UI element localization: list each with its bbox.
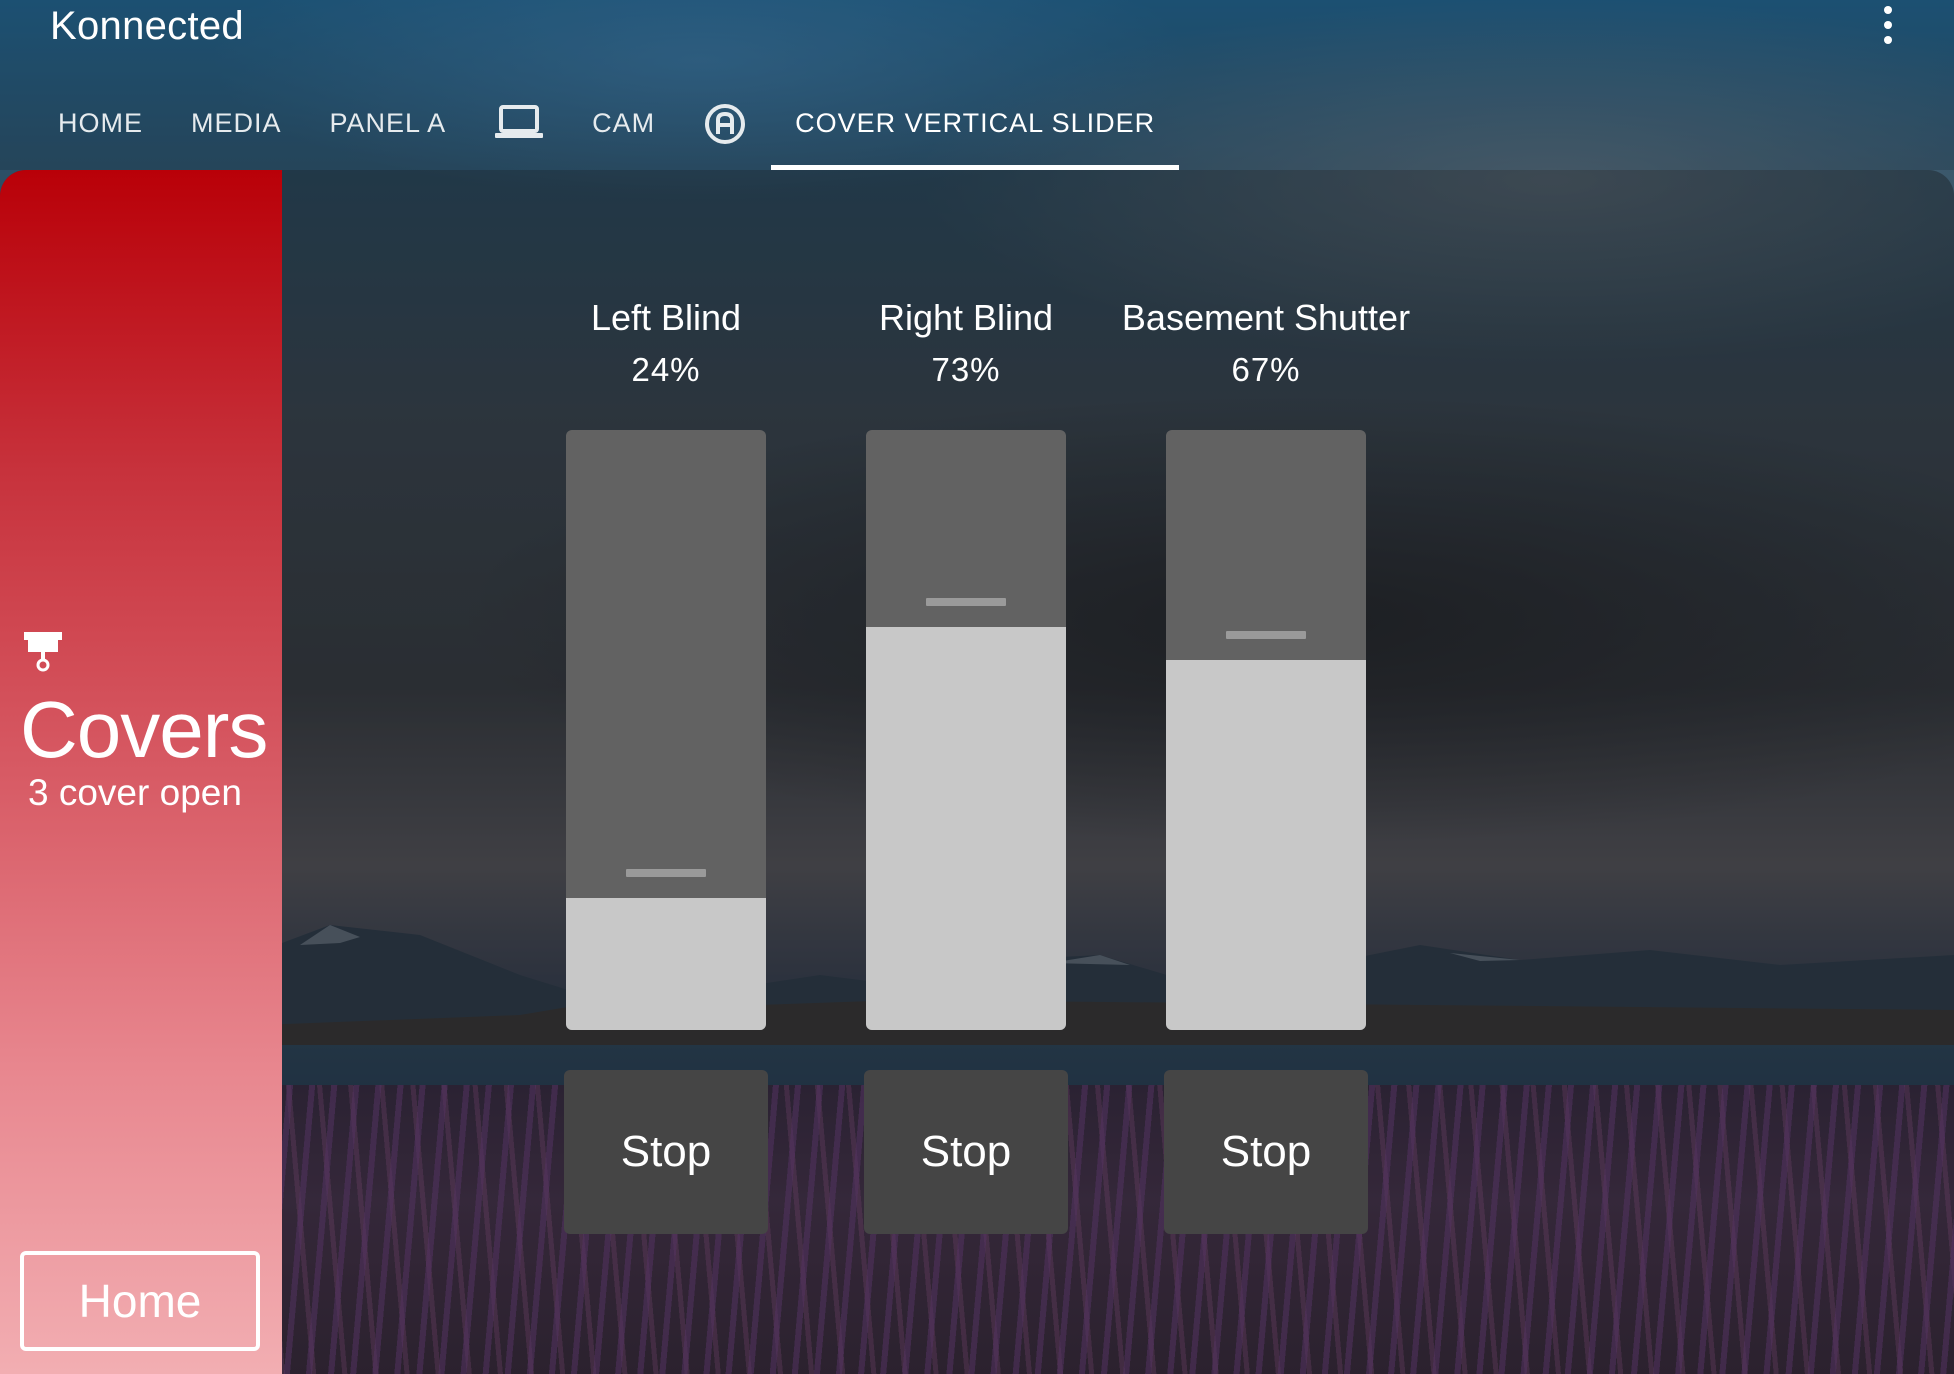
laptop-icon (495, 105, 544, 138)
alpha-a-circle-icon (705, 104, 746, 144)
tab-alpha-a[interactable] (679, 92, 771, 170)
cover-name-right-blind: Right Blind (878, 297, 1054, 338)
slider-handle[interactable] (1226, 631, 1306, 639)
stop-button-right-blind[interactable]: Stop (864, 1070, 1068, 1234)
cover-percent-basement-shutter: 67% (1231, 351, 1301, 388)
slider-handle[interactable] (626, 869, 706, 877)
tab-home[interactable]: HOME (34, 92, 167, 170)
tab-cover-vertical-slider[interactable]: COVER VERTICAL SLIDER (771, 92, 1180, 170)
slider-handle[interactable] (926, 598, 1006, 606)
slider-left-blind[interactable] (566, 430, 766, 1030)
card-title: Covers (20, 685, 268, 774)
slider-fill (566, 898, 766, 1030)
top-app-bar: Konnected HOME MEDIA PANEL A CAM COVER V… (0, 0, 1954, 170)
tab-cam[interactable]: CAM (568, 92, 679, 170)
cover-name-left-blind: Left Blind (590, 297, 742, 338)
view-tabs: HOME MEDIA PANEL A CAM COVER VERTICAL SL… (34, 92, 1180, 170)
home-button[interactable]: Home (20, 1251, 260, 1351)
blinds-icon (24, 632, 62, 672)
tab-laptop[interactable] (470, 92, 568, 170)
cover-percent-right-blind: 73% (931, 351, 1001, 388)
card-subtitle: 3 cover open (28, 772, 242, 813)
cover-name-basement-shutter: Basement Shutter (1121, 297, 1411, 338)
tab-panel-a[interactable]: PANEL A (306, 92, 471, 170)
covers-summary-card: Covers 3 cover open Home (0, 170, 282, 1374)
slider-fill (866, 627, 1066, 1030)
stop-button-left-blind[interactable]: Stop (564, 1070, 768, 1234)
stop-button-basement-shutter[interactable]: Stop (1164, 1070, 1368, 1234)
tab-media[interactable]: MEDIA (167, 92, 306, 170)
cover-percent-left-blind: 24% (631, 351, 701, 388)
more-vertical-icon[interactable] (1876, 6, 1900, 44)
slider-basement-shutter[interactable] (1166, 430, 1366, 1030)
slider-right-blind[interactable] (866, 430, 1066, 1030)
slider-fill (1166, 660, 1366, 1030)
app-title: Konnected (50, 4, 244, 48)
